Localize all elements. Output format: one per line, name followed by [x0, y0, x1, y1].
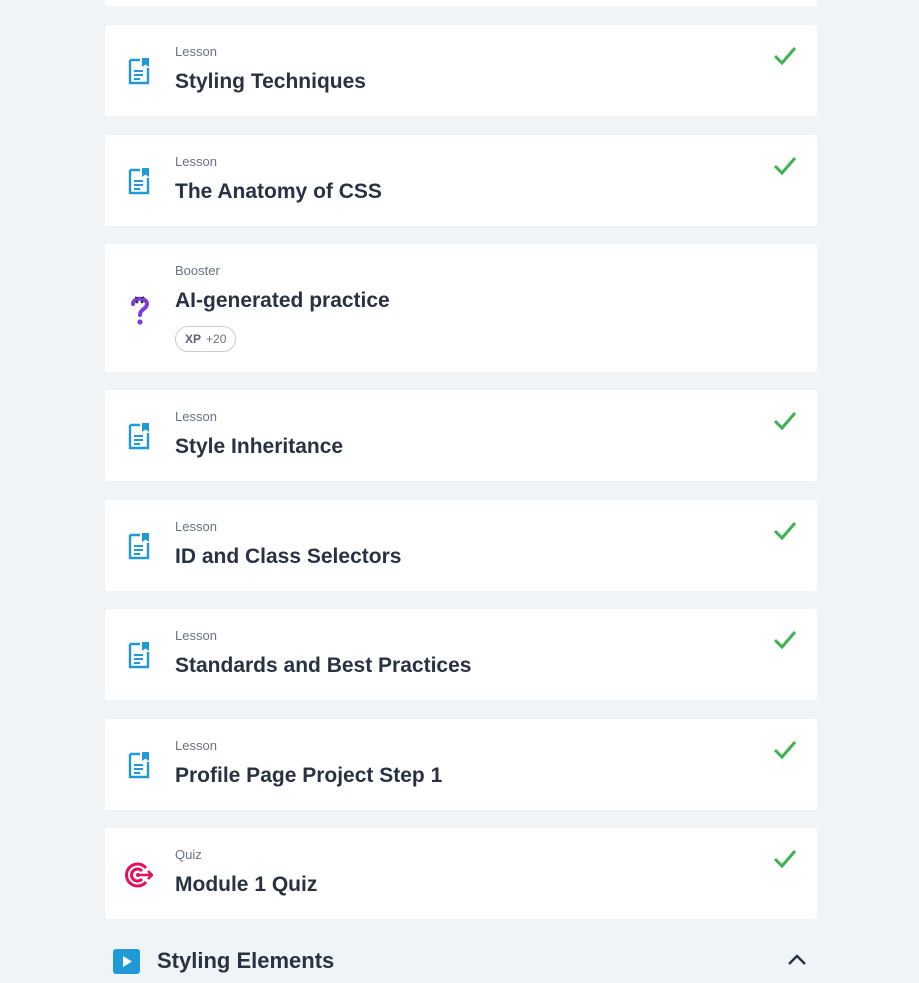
lesson-doc-icon [128, 642, 150, 669]
item-title[interactable]: Standards and Best Practices [175, 654, 471, 678]
check-icon [773, 741, 797, 760]
list-item[interactable]: Lesson Style Inheritance [105, 390, 817, 481]
check-icon [773, 850, 797, 869]
item-title[interactable]: Style Inheritance [175, 435, 343, 459]
lesson-doc-icon [128, 423, 150, 450]
list-item[interactable]: Lesson The Anatomy of CSS [105, 135, 817, 226]
list-item[interactable]: Booster AI-generated practice XP +20 [105, 244, 817, 372]
lesson-doc-icon [128, 168, 150, 195]
play-icon [113, 949, 140, 974]
list-item[interactable]: Lesson Standards and Best Practices [105, 609, 817, 700]
check-icon [773, 631, 797, 650]
check-icon [773, 522, 797, 541]
list-item[interactable]: Lesson Styling Techniques [105, 25, 817, 116]
item-title[interactable]: Profile Page Project Step 1 [175, 764, 442, 788]
xp-badge: XP +20 [175, 326, 237, 352]
item-title[interactable]: The Anatomy of CSS [175, 180, 382, 204]
section-header[interactable]: Styling Elements [105, 942, 817, 982]
list-item[interactable]: Quiz Module 1 Quiz [105, 828, 817, 919]
list-item[interactable]: Lesson ID and Class Selectors [105, 500, 817, 591]
check-icon [773, 157, 797, 176]
check-icon [773, 412, 797, 431]
item-type-label: Lesson [175, 628, 217, 643]
chevron-up-icon[interactable] [787, 952, 807, 966]
item-type-label: Quiz [175, 847, 202, 862]
item-type-label: Lesson [175, 154, 217, 169]
lesson-doc-icon [128, 58, 150, 85]
target-icon [125, 862, 153, 888]
item-type-label: Booster [175, 263, 220, 278]
item-type-label: Lesson [175, 409, 217, 424]
xp-value: +20 [206, 332, 227, 346]
item-title[interactable]: Module 1 Quiz [175, 873, 317, 897]
previous-item-card[interactable] [105, 0, 817, 6]
lesson-doc-icon [128, 752, 150, 779]
item-type-label: Lesson [175, 519, 217, 534]
item-type-label: Lesson [175, 44, 217, 59]
lesson-doc-icon [128, 533, 150, 560]
item-title[interactable]: Styling Techniques [175, 70, 366, 94]
item-title[interactable]: AI-generated practice [175, 289, 390, 313]
question-mark-icon [131, 296, 150, 325]
xp-label: XP [185, 332, 202, 346]
list-item[interactable]: Lesson Profile Page Project Step 1 [105, 719, 817, 810]
section-title: Styling Elements [157, 948, 335, 973]
item-title[interactable]: ID and Class Selectors [175, 545, 401, 569]
check-icon [773, 47, 797, 66]
item-type-label: Lesson [175, 738, 217, 753]
